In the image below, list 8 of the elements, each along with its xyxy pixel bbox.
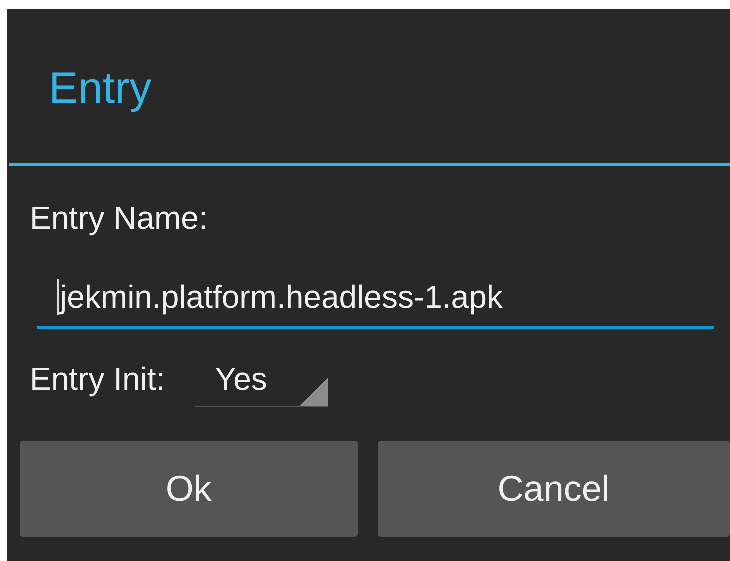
field-label: Entry Name: <box>30 199 209 238</box>
dropdown[interactable]: Yes <box>195 351 328 407</box>
dialog-button[interactable]: Cancel <box>378 441 730 537</box>
dropdown-corner-icon <box>300 378 328 406</box>
input-field[interactable]: jekmin.platform.headless-1.apk <box>37 268 714 329</box>
dialog-button[interactable]: Ok <box>20 441 358 537</box>
field-label: Entry Init: <box>30 360 166 399</box>
dialog-title: Entry <box>49 63 152 115</box>
